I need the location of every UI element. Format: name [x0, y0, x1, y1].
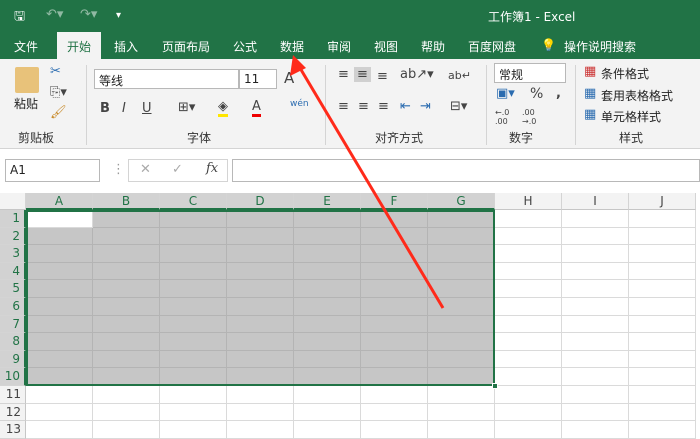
red-arrow-annotation [290, 55, 445, 309]
